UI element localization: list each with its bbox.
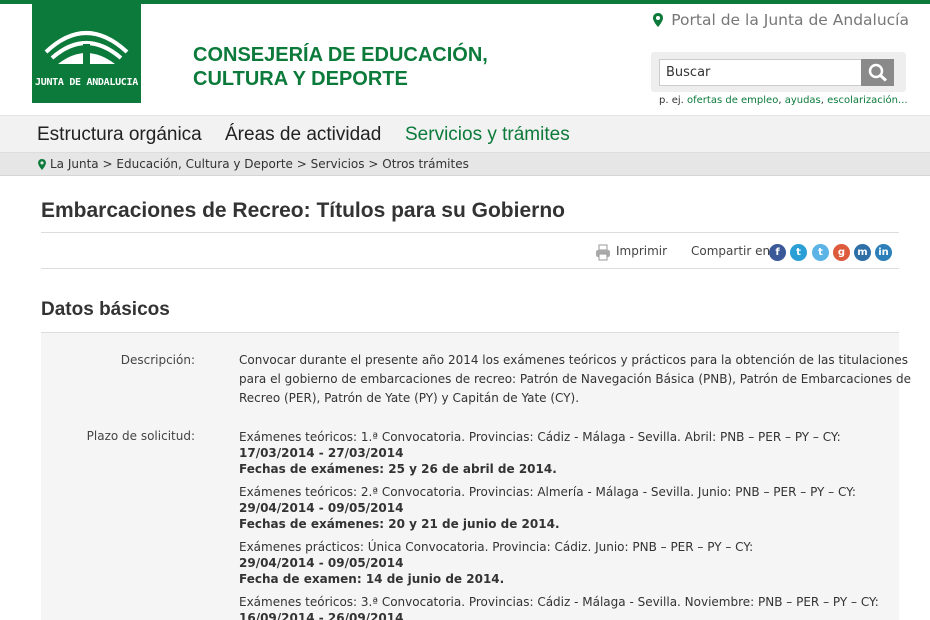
convocatoria-text: Exámenes prácticos: Única Convocatoria. …: [239, 540, 754, 554]
consejeria-title[interactable]: CONSEJERÍA DE EDUCACIÓN, CULTURA Y DEPOR…: [193, 43, 488, 91]
details-panel: Descripción: Convocar durante el present…: [41, 333, 911, 620]
convocatoria-item: Exámenes teóricos: 1.ª Convocatoria. Pro…: [239, 429, 841, 477]
convocatoria-dates: 17/03/2014 - 27/03/2014: [239, 446, 404, 460]
search-hint-prefix: p. ej.: [659, 95, 684, 106]
convocatoria-text: Exámenes teóricos: 1.ª Convocatoria. Pro…: [239, 430, 841, 444]
print-link[interactable]: Imprimir: [616, 244, 667, 258]
search-input[interactable]: [659, 59, 864, 86]
convocatoria-item: Exámenes teóricos: 3.ª Convocatoria. Pro…: [239, 594, 879, 620]
breadcrumb-separator: >: [296, 157, 307, 171]
plazo-label: Plazo de solicitud:: [86, 429, 195, 443]
descripcion-line: Recreo (PER), Patrón de Yate (PY) y Capi…: [239, 391, 580, 405]
meneame-icon[interactable]: m: [854, 244, 871, 261]
portal-link[interactable]: Portal de la Junta de Andalucía: [653, 11, 909, 29]
consejeria-line-1: CONSEJERÍA DE EDUCACIÓN,: [193, 44, 488, 66]
nav-item-servicios[interactable]: Servicios y trámites: [405, 124, 570, 146]
convocatoria-item: Exámenes teóricos: 2.ª Convocatoria. Pro…: [239, 484, 856, 532]
convocatoria-exam: Fechas de exámenes: 25 y 26 de abril de …: [239, 462, 557, 476]
convocatoria-text: Exámenes teóricos: 3.ª Convocatoria. Pro…: [239, 595, 879, 609]
descripcion-line: Convocar durante el presente año 2014 lo…: [239, 353, 908, 367]
search-icon: [868, 63, 888, 82]
convocatoria-text: Exámenes teóricos: 2.ª Convocatoria. Pro…: [239, 485, 856, 499]
breadcrumb-separator: >: [102, 157, 113, 171]
search-hint: p. ej. ofertas de empleo, ayudas, escola…: [659, 95, 908, 106]
breadcrumb-item-junta[interactable]: La Junta: [50, 157, 99, 171]
logo-arches-icon: [44, 31, 129, 66]
printer-icon[interactable]: [595, 244, 611, 261]
tuenti-icon[interactable]: t: [812, 244, 829, 261]
title-divider: [41, 232, 899, 233]
breadcrumb: La Junta > Educación, Cultura y Deporte …: [0, 153, 930, 176]
breadcrumb-item-otros[interactable]: Otros trámites: [382, 157, 469, 171]
nav-item-estructura[interactable]: Estructura orgánica: [37, 124, 202, 146]
nav-item-areas[interactable]: Áreas de actividad: [225, 124, 381, 146]
breadcrumb-separator: >: [368, 157, 379, 171]
breadcrumb-item-consejeria[interactable]: Educación, Cultura y Deporte: [116, 157, 293, 171]
googleplus-icon[interactable]: g: [833, 244, 850, 261]
convocatoria-dates: 29/04/2014 - 09/05/2014: [239, 556, 404, 570]
share-label: Compartir en:: [691, 244, 775, 258]
convocatoria-dates: 29/04/2014 - 09/05/2014: [239, 501, 404, 515]
portal-link-label: Portal de la Junta de Andalucía: [671, 11, 909, 29]
convocatoria-dates: 16/09/2014 - 26/09/2014: [239, 611, 404, 620]
search-button[interactable]: [861, 59, 894, 86]
twitter-icon[interactable]: t: [790, 244, 807, 261]
section-title-datos: Datos básicos: [41, 299, 170, 320]
descripcion-line: para el gobierno de embarcaciones de rec…: [239, 372, 911, 386]
search-box: [651, 52, 906, 92]
hint-link-escolarizacion[interactable]: escolarización...: [827, 95, 907, 106]
page-title: Embarcaciones de Recreo: Títulos para su…: [41, 199, 565, 222]
descripcion-value: Convocar durante el presente año 2014 lo…: [239, 351, 911, 408]
breadcrumb-item-servicios[interactable]: Servicios: [311, 157, 365, 171]
hint-link-ayudas[interactable]: ayudas: [785, 95, 821, 106]
map-pin-icon: [653, 13, 664, 27]
consejeria-line-2: CULTURA Y DEPORTE: [193, 68, 408, 90]
main-nav: Estructura orgánica Áreas de actividad S…: [0, 115, 930, 153]
convocatoria-exam: Fechas de exámenes: 20 y 21 de junio de …: [239, 517, 560, 531]
linkedin-icon[interactable]: in: [875, 244, 892, 261]
convocatoria-item: Exámenes prácticos: Única Convocatoria. …: [239, 539, 753, 587]
descripcion-label: Descripción:: [120, 353, 195, 367]
facebook-icon[interactable]: f: [769, 244, 786, 261]
logo-text: JUNTA DE ANDALUCIA: [35, 77, 138, 88]
share-divider: [41, 268, 899, 269]
convocatoria-exam: Fecha de examen: 14 de junio de 2014.: [239, 572, 505, 586]
hint-link-empleo[interactable]: ofertas de empleo: [687, 95, 778, 106]
breadcrumb-pin-icon: [38, 158, 46, 170]
junta-logo[interactable]: JUNTA DE ANDALUCIA: [32, 4, 141, 103]
